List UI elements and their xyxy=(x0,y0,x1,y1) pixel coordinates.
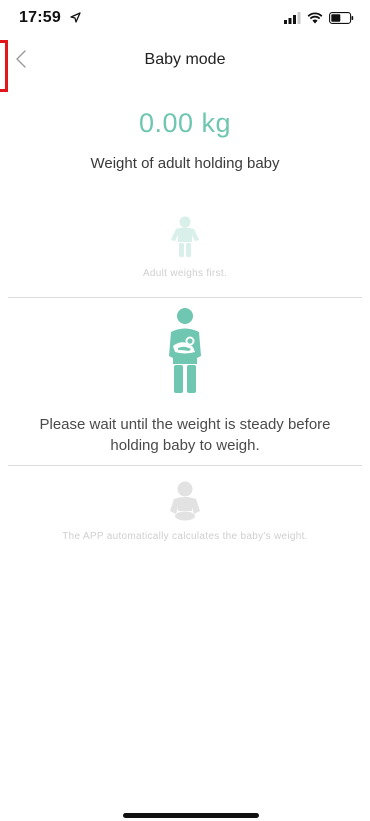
weight-value: 0.00 kg xyxy=(138,108,232,138)
status-bar: 17:59 xyxy=(0,0,370,40)
wifi-icon xyxy=(307,11,323,29)
step-2-icon-wrap xyxy=(0,308,370,399)
baby-icon xyxy=(167,481,203,526)
battery-icon xyxy=(329,11,354,29)
home-indicator xyxy=(123,813,259,818)
adult-icon xyxy=(168,216,202,263)
divider xyxy=(8,297,362,298)
step-2-text: Please wait until the weight is steady b… xyxy=(39,416,331,454)
signal-icon xyxy=(284,11,301,29)
baby-mode-screen: 17:59 Baby mode 0.00 kg Weight of adult … xyxy=(0,0,370,821)
weight-caption: Weight of adult holding baby xyxy=(90,155,280,172)
step-1-text: Adult weighs first. xyxy=(142,268,228,279)
status-time: 17:59 xyxy=(19,9,61,26)
location-arrow-icon xyxy=(70,10,81,28)
nav-bar: Baby mode xyxy=(0,40,370,82)
step-3-icon-wrap xyxy=(0,481,370,526)
adult-holding-baby-icon xyxy=(163,308,207,399)
status-icons xyxy=(284,11,354,29)
step-3-text: The APP automatically calculates the bab… xyxy=(62,531,308,542)
step-1-icon-wrap xyxy=(0,216,370,263)
divider xyxy=(8,465,362,466)
page-title: Baby mode xyxy=(144,51,226,68)
